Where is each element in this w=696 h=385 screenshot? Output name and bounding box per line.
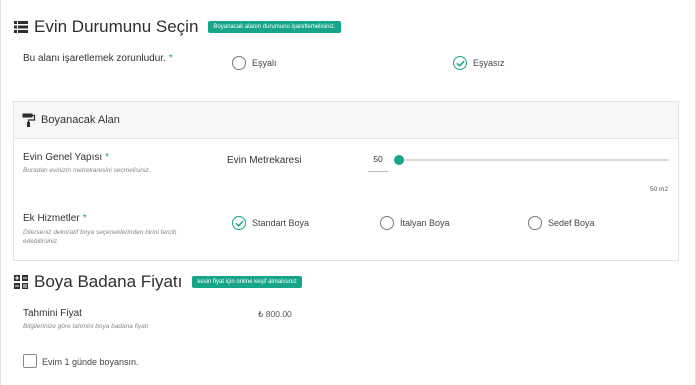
square-meter-slider-track[interactable] bbox=[399, 159, 669, 161]
estimated-price-label: Tahmini Fiyat bbox=[23, 308, 82, 319]
calculator-icon bbox=[14, 275, 28, 289]
slider-max-value: 50 m2 bbox=[650, 186, 669, 193]
section-title: Boya Badana Fiyatı bbox=[34, 272, 183, 291]
question-text: Bu alanı işaretlemek zorunludur. bbox=[23, 53, 166, 64]
slider-label: Evin Metrekaresi bbox=[227, 155, 302, 166]
radio-esyali[interactable]: Eşyalı bbox=[232, 56, 277, 70]
radio-label: Eşyasız bbox=[473, 58, 505, 68]
radio-italyan-boya[interactable]: İtalyan Boya bbox=[380, 216, 450, 230]
extra-services-hint: Dilerseniz dekoratif boya seçeneklerinde… bbox=[23, 228, 177, 246]
required-mark: * bbox=[168, 53, 173, 64]
radio-circle[interactable] bbox=[380, 216, 394, 230]
estimated-price-value: ₺ 800.00 bbox=[258, 309, 292, 319]
radio-label: Sedef Boya bbox=[548, 218, 595, 228]
one-day-checkbox[interactable] bbox=[23, 354, 37, 368]
extra-services-label: Ek Hizmetler * bbox=[23, 213, 87, 224]
general-structure-text: Evin Genel Yapısı bbox=[23, 152, 103, 163]
estimated-price-hint: Bilgilerinize göre tahmini boya badana f… bbox=[23, 323, 149, 330]
panel-title: Boyanacak Alan bbox=[41, 114, 120, 126]
list-icon bbox=[14, 20, 28, 34]
radio-label: Eşyalı bbox=[252, 58, 277, 68]
section-house-status-header: Evin Durumunu Seçin Boyanacak alanın dur… bbox=[14, 17, 341, 37]
radio-circle[interactable] bbox=[528, 216, 542, 230]
required-mark: * bbox=[82, 213, 87, 224]
panel-header: Boyanacak Alan bbox=[14, 102, 678, 139]
check-circle-icon[interactable] bbox=[232, 216, 246, 230]
square-meter-value[interactable]: 50 bbox=[368, 152, 388, 172]
check-circle-icon[interactable] bbox=[453, 56, 467, 70]
info-badge: kesin fiyat için online keşif almalısını… bbox=[192, 276, 302, 288]
paint-roller-icon bbox=[22, 113, 36, 127]
general-structure-hint: Buradan evinizin metrekaresini seçmelisi… bbox=[23, 167, 151, 174]
radio-standart-boya[interactable]: Standart Boya bbox=[232, 216, 309, 230]
section-title: Evin Durumunu Seçin bbox=[34, 17, 199, 36]
general-structure-label: Evin Genel Yapısı * bbox=[23, 152, 109, 163]
one-day-checkbox-label[interactable]: Evim 1 günde boyansın. bbox=[42, 357, 139, 367]
radio-label: İtalyan Boya bbox=[400, 218, 450, 228]
extra-services-hint-line: edebilirsiniz. bbox=[23, 238, 59, 245]
radio-label: Standart Boya bbox=[252, 218, 310, 228]
radio-sedef-boya[interactable]: Sedef Boya bbox=[528, 216, 595, 230]
radio-circle[interactable] bbox=[232, 56, 246, 70]
section-price-header: Boya Badana Fiyatı kesin fiyat için onli… bbox=[14, 272, 302, 292]
square-meter-slider-thumb[interactable] bbox=[394, 155, 404, 165]
extra-services-text: Ek Hizmetler bbox=[23, 213, 80, 224]
radio-esyasiz[interactable]: Eşyasız bbox=[453, 56, 505, 70]
question-label: Bu alanı işaretlemek zorunludur. * bbox=[23, 53, 173, 64]
info-badge: Boyanacak alanın durumunu işaretlemelisi… bbox=[208, 21, 341, 33]
required-mark: * bbox=[105, 152, 110, 163]
extra-services-hint-line: Dilerseniz dekoratif boya seçeneklerinde… bbox=[23, 229, 177, 236]
